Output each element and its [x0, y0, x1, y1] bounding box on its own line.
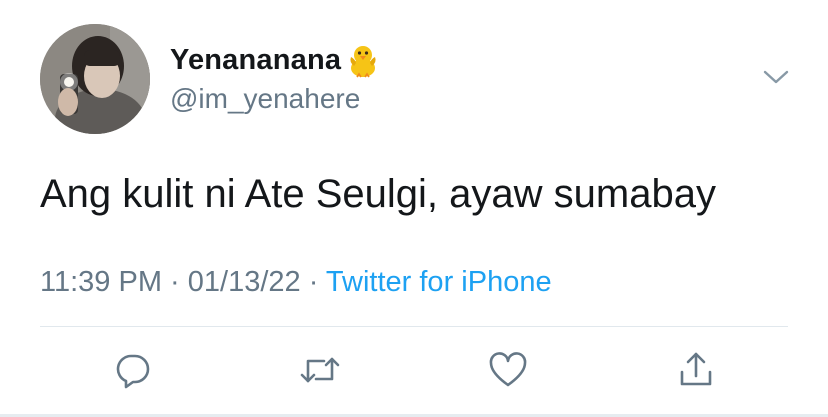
reply-button[interactable] — [111, 348, 155, 392]
baby-chick-icon — [343, 40, 383, 80]
tweet-meta: 11:39 PM · 01/13/22 · Twitter for iPhone — [40, 266, 552, 299]
meta-separator: · — [308, 266, 326, 298]
heart-icon — [489, 352, 527, 387]
divider — [40, 326, 788, 327]
tweet-card: Yenananana @im_yenahere Ang kulit ni Ate… — [0, 0, 828, 417]
share-button[interactable] — [674, 348, 718, 392]
chevron-down-icon[interactable] — [762, 66, 790, 88]
retweet-icon — [300, 357, 340, 383]
user-handle[interactable]: @im_yenahere — [170, 83, 360, 115]
meta-separator: · — [170, 266, 188, 298]
reply-icon — [116, 354, 150, 389]
action-bar — [0, 348, 828, 396]
share-icon — [680, 352, 712, 386]
like-button[interactable] — [486, 348, 530, 392]
tweet-date: 01/13/22 — [187, 266, 301, 298]
tweet-text: Ang kulit ni Ate Seulgi, ayaw sumabay — [40, 172, 716, 216]
avatar-photo — [40, 24, 150, 134]
avatar[interactable] — [40, 24, 150, 134]
display-name[interactable]: Yenananana — [170, 44, 341, 77]
tweet-source-link[interactable]: Twitter for iPhone — [326, 266, 552, 298]
retweet-button[interactable] — [298, 348, 342, 392]
tweet-time: 11:39 PM — [40, 266, 162, 298]
user-name-row[interactable]: Yenananana — [170, 40, 383, 80]
